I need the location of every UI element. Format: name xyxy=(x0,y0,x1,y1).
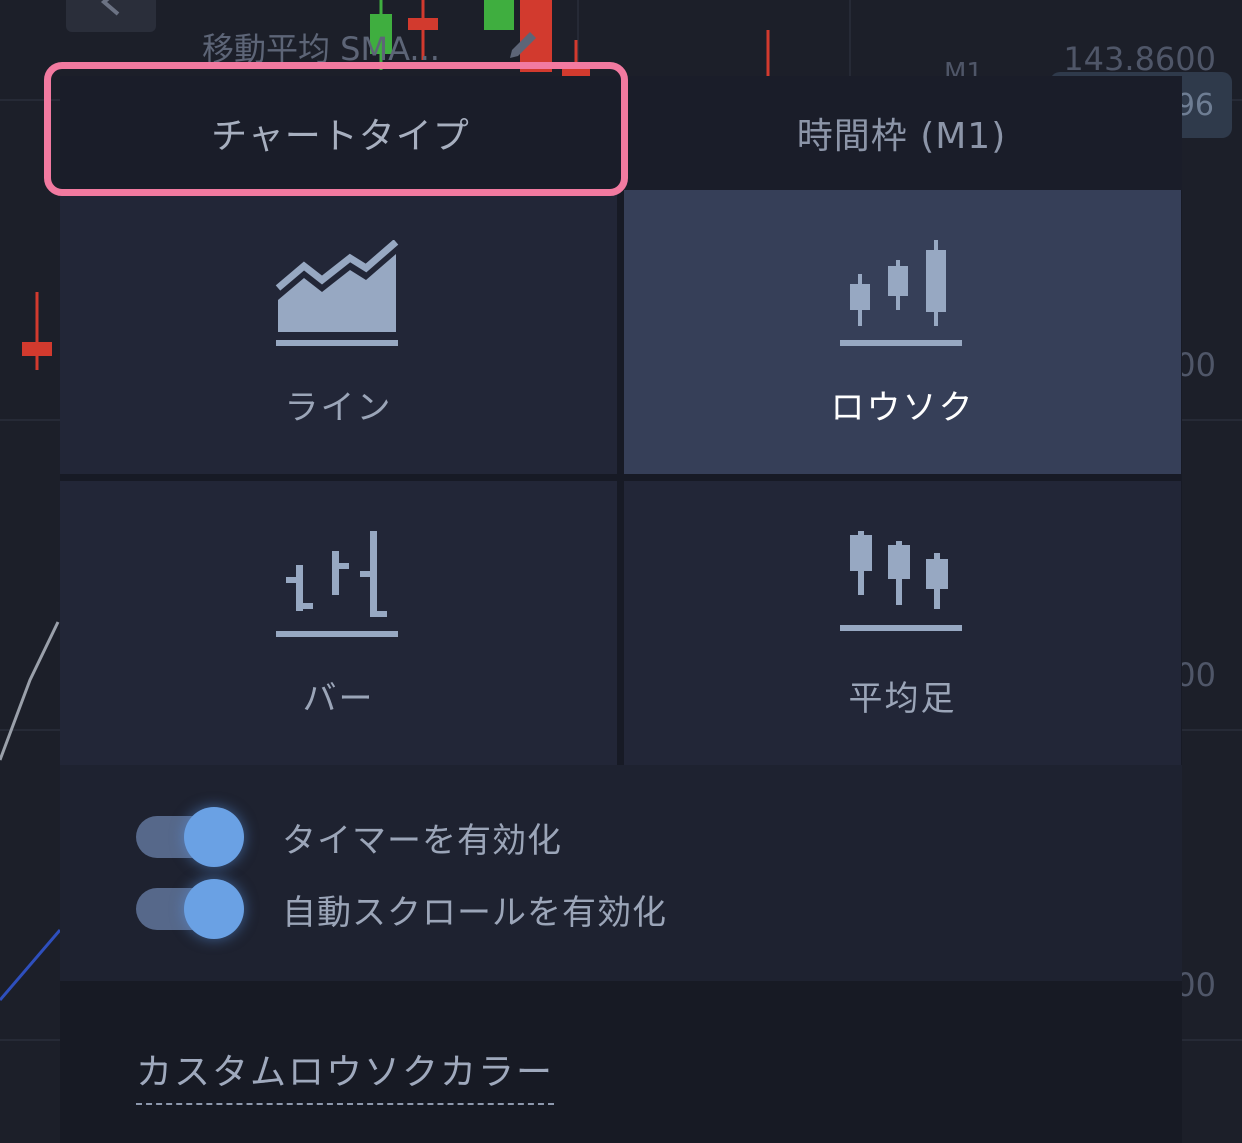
chart-settings-panel: チャートタイプ 時間枠 (M1) ライン ロウソク バー 平均足 タイマーを有効… xyxy=(60,76,1182,1143)
screen: 移動平均 SMA... 143.8600 M1 96 00 00 00 チャート… xyxy=(0,0,1242,1143)
timer-toggle-label: タイマーを有効化 xyxy=(282,820,562,861)
tab-timeframe[interactable]: 時間枠 (M1) xyxy=(621,76,1182,190)
chart-type-label: ロウソク xyxy=(830,388,975,428)
chart-type-label: ライン xyxy=(284,388,393,428)
chart-type-line[interactable]: ライン xyxy=(60,190,617,474)
chart-type-label: 平均足 xyxy=(848,679,957,719)
line-chart-icon xyxy=(275,240,398,346)
heikin-ashi-icon xyxy=(839,531,962,631)
autoscroll-toggle[interactable] xyxy=(136,879,244,939)
indicator-label[interactable]: 移動平均 SMA... xyxy=(202,24,536,70)
timer-toggle[interactable] xyxy=(136,807,244,867)
toggle-knob xyxy=(184,807,244,867)
chart-type-grid: ライン ロウソク バー 平均足 xyxy=(60,190,1182,765)
chart-type-heikin-ashi[interactable]: 平均足 xyxy=(624,481,1181,765)
chevron-left-icon xyxy=(100,0,120,16)
chart-type-candlestick[interactable]: ロウソク xyxy=(624,190,1181,474)
candlestick-icon xyxy=(839,240,962,346)
custom-candle-color-link[interactable]: カスタムロウソクカラー xyxy=(136,1043,555,1105)
back-button[interactable] xyxy=(66,0,156,32)
chart-type-label: バー xyxy=(302,679,375,719)
chart-type-bar[interactable]: バー xyxy=(60,481,617,765)
custom-color-section: カスタムロウソクカラー xyxy=(60,981,1182,1143)
toggle-knob xyxy=(184,879,244,939)
timer-toggle-row: タイマーを有効化 xyxy=(136,807,562,867)
autoscroll-toggle-label: 自動スクロールを有効化 xyxy=(282,892,667,933)
bar-chart-icon xyxy=(275,531,398,637)
tab-chart-type[interactable]: チャートタイプ xyxy=(60,76,621,190)
settings-tabs: チャートタイプ 時間枠 (M1) xyxy=(60,76,1182,190)
pencil-icon[interactable] xyxy=(504,28,540,64)
toggle-section: タイマーを有効化 自動スクロールを有効化 xyxy=(60,765,1182,981)
autoscroll-toggle-row: 自動スクロールを有効化 xyxy=(136,879,667,939)
